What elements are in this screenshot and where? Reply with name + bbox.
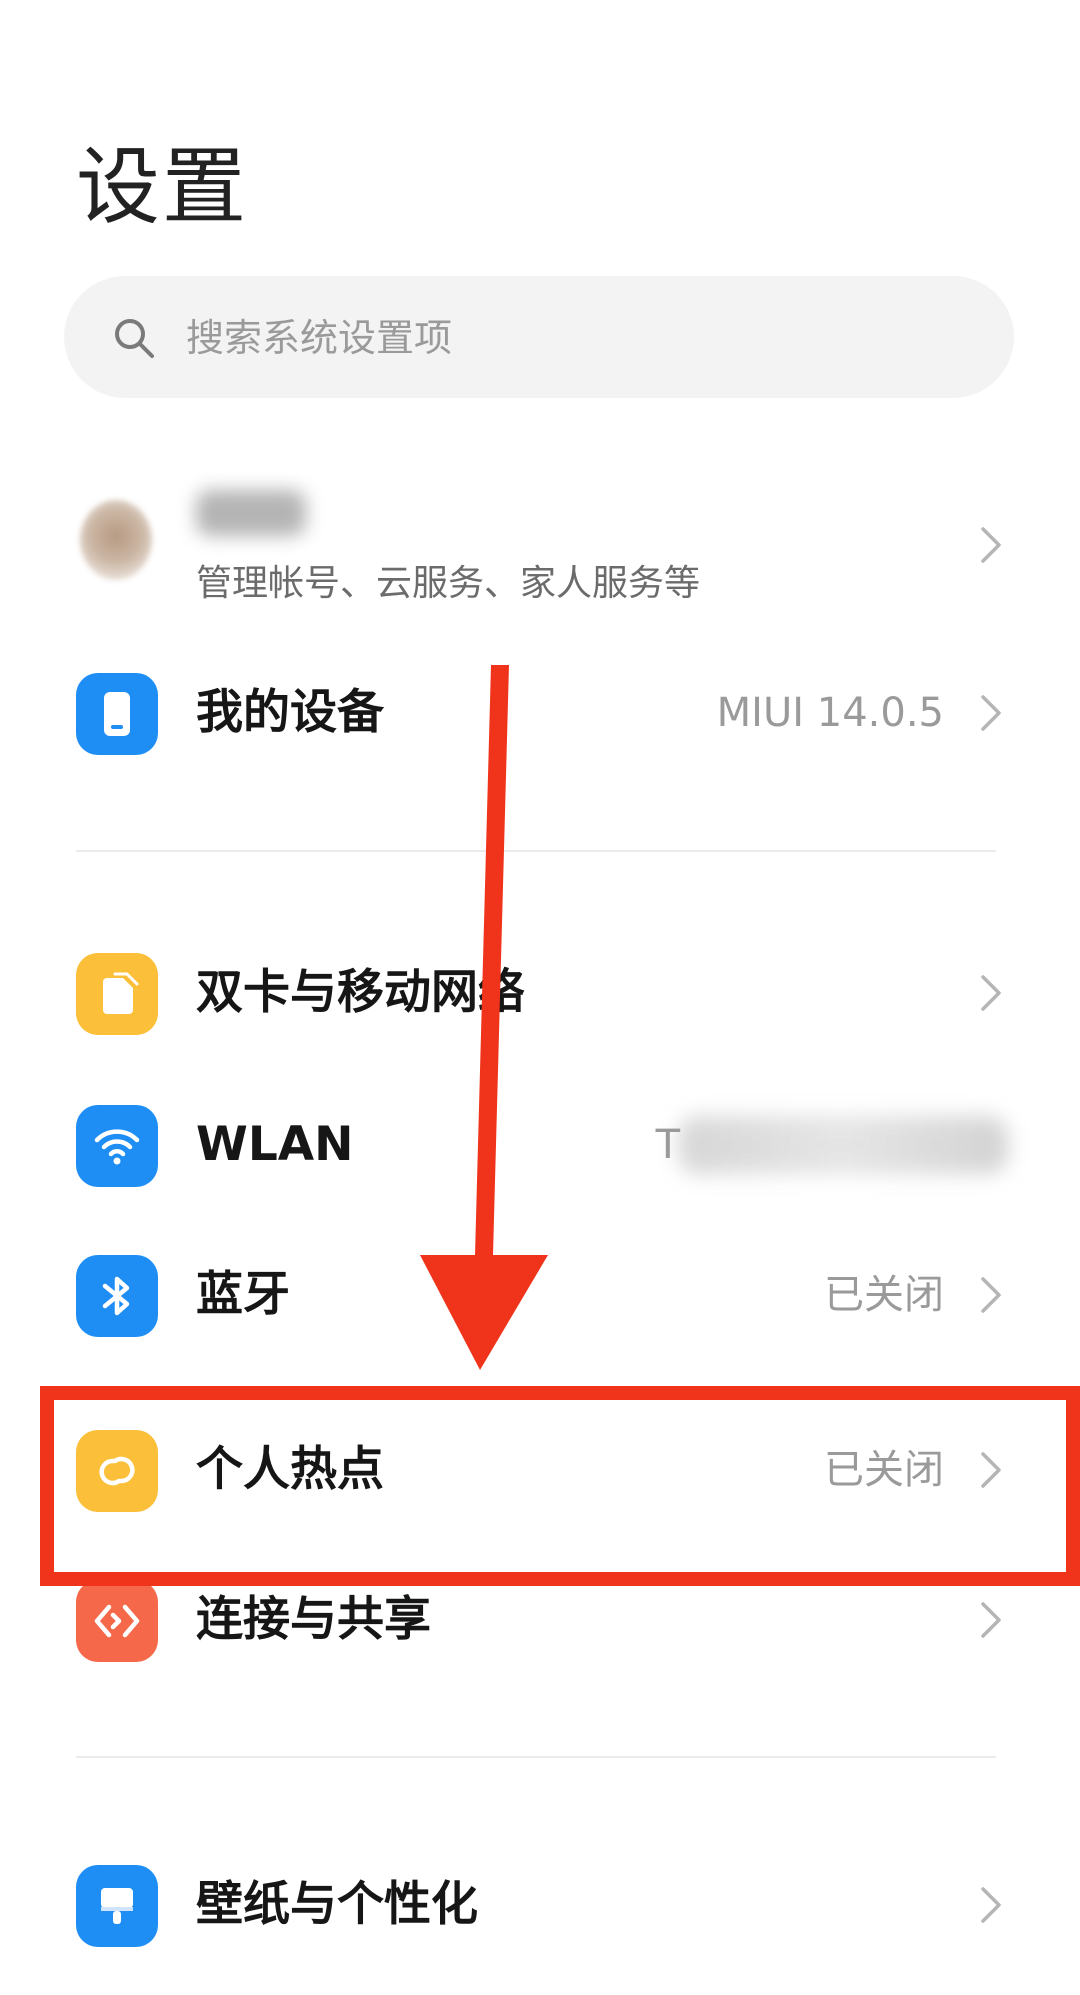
row-value: 已关闭 — [824, 1272, 944, 1318]
row-wlan[interactable]: WLAN T — [0, 1070, 1080, 1220]
row-label: 双卡与移动网络 — [196, 965, 525, 1020]
row-value: 已关闭 — [824, 1447, 944, 1493]
account-name-blurred — [196, 490, 306, 536]
search-input[interactable] — [184, 276, 948, 400]
row-bluetooth[interactable]: 蓝牙 已关闭 — [0, 1220, 1080, 1370]
search-bar[interactable] — [64, 276, 1014, 400]
hotspot-icon — [76, 1430, 158, 1512]
row-label: 我的设备 — [196, 685, 384, 740]
chevron-right-icon — [981, 975, 1001, 1011]
avatar — [80, 500, 152, 580]
search-icon — [115, 319, 154, 358]
wlan-network-name-blurred — [678, 1116, 1008, 1174]
row-value: MIUI 14.0.5 — [716, 690, 944, 736]
divider — [76, 850, 996, 852]
share-icon — [76, 1580, 158, 1662]
chevron-right-icon — [981, 527, 1001, 563]
row-label: 连接与共享 — [196, 1592, 431, 1647]
row-label: 蓝牙 — [196, 1267, 290, 1322]
chevron-right-icon — [981, 1452, 1001, 1488]
row-label: WLAN — [196, 1117, 354, 1172]
row-connection-sharing[interactable]: 连接与共享 — [0, 1545, 1080, 1695]
row-wallpaper[interactable]: 壁纸与个性化 — [0, 1830, 1080, 1980]
bluetooth-icon — [76, 1255, 158, 1337]
page-title: 设置 — [76, 138, 249, 236]
chevron-right-icon — [981, 1887, 1001, 1923]
row-my-device[interactable]: 我的设备 MIUI 14.0.5 — [0, 638, 1080, 788]
account-subtitle: 管理帐号、云服务、家人服务等 — [196, 563, 701, 604]
phone-icon — [76, 673, 158, 755]
row-dual-sim[interactable]: 双卡与移动网络 — [0, 918, 1080, 1068]
account-row[interactable]: 管理帐号、云服务、家人服务等 — [0, 470, 1080, 620]
row-hotspot[interactable]: 个人热点 已关闭 — [0, 1395, 1080, 1545]
row-label: 壁纸与个性化 — [196, 1877, 478, 1932]
divider — [76, 1756, 996, 1758]
row-label: 个人热点 — [196, 1442, 384, 1497]
chevron-right-icon — [981, 695, 1001, 731]
brush-icon — [76, 1865, 158, 1947]
wifi-icon — [76, 1105, 158, 1187]
row-value: T — [655, 1122, 680, 1168]
chevron-right-icon — [981, 1602, 1001, 1638]
chevron-right-icon — [981, 1277, 1001, 1313]
sim-card-icon — [76, 953, 158, 1035]
